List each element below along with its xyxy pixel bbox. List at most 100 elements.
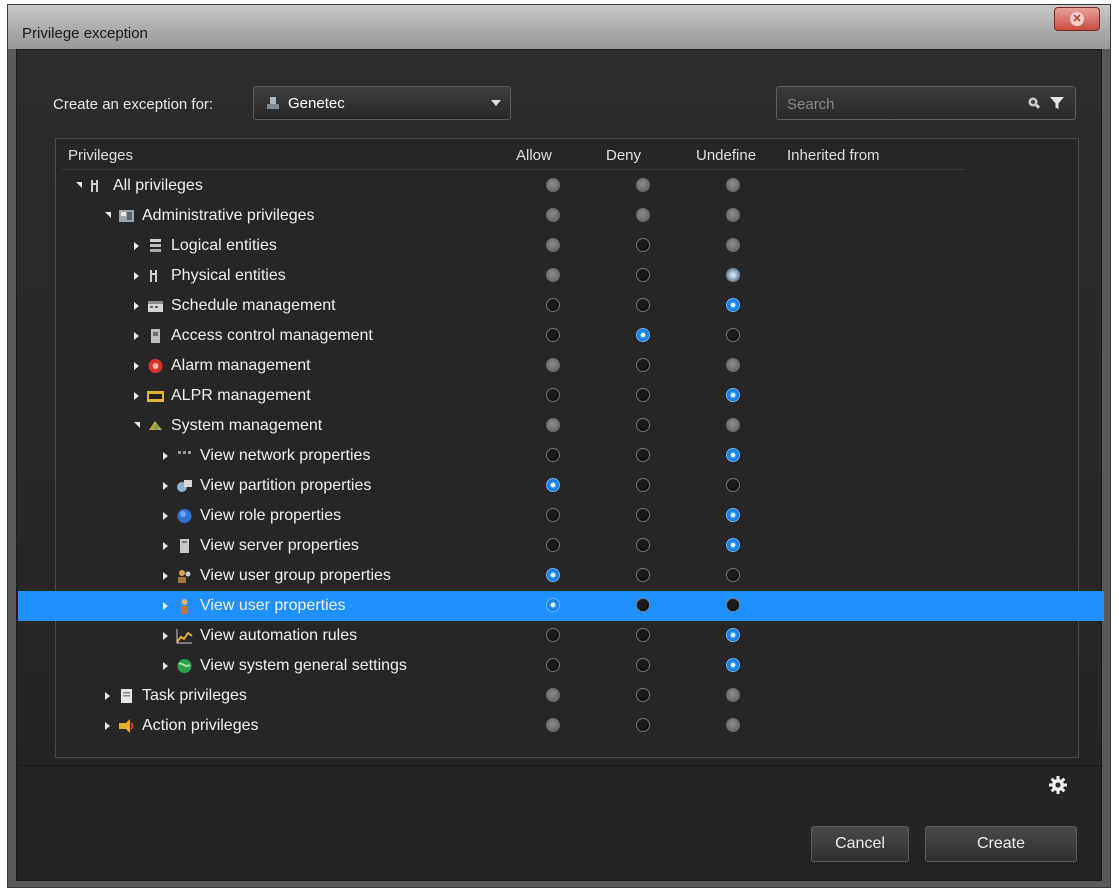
- deny-radio[interactable]: [636, 508, 650, 522]
- gear-icon[interactable]: [1047, 774, 1069, 796]
- allow-radio[interactable]: [546, 568, 560, 582]
- undefine-radio[interactable]: [726, 508, 740, 522]
- expand-arrow-icon[interactable]: [134, 332, 139, 340]
- allow-radio[interactable]: [546, 298, 560, 312]
- tree-row[interactable]: ALPR management: [56, 381, 1080, 411]
- deny-radio[interactable]: [636, 328, 650, 342]
- undefine-radio[interactable]: [726, 298, 740, 312]
- deny-radio[interactable]: [636, 688, 650, 702]
- column-header-privileges[interactable]: Privileges: [68, 147, 133, 164]
- create-button[interactable]: Create: [925, 826, 1077, 862]
- undefine-radio[interactable]: [726, 658, 740, 672]
- search-input[interactable]: [785, 93, 1009, 115]
- tree-row[interactable]: System management: [56, 411, 1080, 441]
- deny-radio[interactable]: [636, 178, 650, 192]
- undefine-radio[interactable]: [726, 238, 740, 252]
- allow-radio[interactable]: [546, 268, 560, 282]
- undefine-radio[interactable]: [726, 358, 740, 372]
- collapse-arrow-icon[interactable]: [76, 182, 82, 188]
- deny-radio[interactable]: [636, 388, 650, 402]
- undefine-radio[interactable]: [726, 688, 740, 702]
- allow-radio[interactable]: [546, 208, 560, 222]
- allow-radio[interactable]: [546, 328, 560, 342]
- tree-row[interactable]: Schedule management: [56, 291, 1080, 321]
- deny-radio[interactable]: [636, 658, 650, 672]
- undefine-radio[interactable]: [726, 628, 740, 642]
- deny-radio[interactable]: [636, 418, 650, 432]
- undefine-radio[interactable]: [726, 178, 740, 192]
- column-header-deny[interactable]: Deny: [606, 147, 641, 164]
- deny-radio[interactable]: [636, 208, 650, 222]
- cancel-button[interactable]: Cancel: [811, 826, 909, 862]
- close-button[interactable]: ✕: [1054, 7, 1100, 31]
- deny-radio[interactable]: [636, 478, 650, 492]
- expand-arrow-icon[interactable]: [105, 692, 110, 700]
- tree-row[interactable]: View role properties: [56, 501, 1080, 531]
- expand-arrow-icon[interactable]: [134, 302, 139, 310]
- undefine-radio[interactable]: [726, 538, 740, 552]
- deny-radio[interactable]: [636, 538, 650, 552]
- allow-radio[interactable]: [546, 238, 560, 252]
- undefine-radio[interactable]: [726, 268, 740, 282]
- allow-radio[interactable]: [546, 598, 560, 612]
- expand-arrow-icon[interactable]: [105, 722, 110, 730]
- deny-radio[interactable]: [636, 238, 650, 252]
- undefine-radio[interactable]: [726, 598, 740, 612]
- allow-radio[interactable]: [546, 478, 560, 492]
- allow-radio[interactable]: [546, 688, 560, 702]
- tree-row[interactable]: Logical entities: [56, 231, 1080, 261]
- column-header-inherited-from[interactable]: Inherited from: [787, 147, 880, 164]
- expand-arrow-icon[interactable]: [163, 542, 168, 550]
- deny-radio[interactable]: [636, 298, 650, 312]
- expand-arrow-icon[interactable]: [163, 662, 168, 670]
- allow-radio[interactable]: [546, 388, 560, 402]
- undefine-radio[interactable]: [726, 328, 740, 342]
- collapse-arrow-icon[interactable]: [105, 212, 111, 218]
- expand-arrow-icon[interactable]: [134, 242, 139, 250]
- undefine-radio[interactable]: [726, 568, 740, 582]
- tree-row[interactable]: Physical entities: [56, 261, 1080, 291]
- tree-row[interactable]: View automation rules: [56, 621, 1080, 651]
- entity-dropdown[interactable]: Genetec: [253, 86, 511, 120]
- expand-arrow-icon[interactable]: [163, 572, 168, 580]
- undefine-radio[interactable]: [726, 478, 740, 492]
- tree-row[interactable]: View user properties: [18, 591, 1104, 621]
- deny-radio[interactable]: [636, 718, 650, 732]
- column-header-allow[interactable]: Allow: [516, 147, 552, 164]
- expand-arrow-icon[interactable]: [163, 482, 168, 490]
- tree-row[interactable]: View partition properties: [56, 471, 1080, 501]
- undefine-radio[interactable]: [726, 208, 740, 222]
- filter-icon[interactable]: [1049, 95, 1065, 111]
- allow-radio[interactable]: [546, 508, 560, 522]
- tree-row[interactable]: Action privileges: [56, 711, 1080, 741]
- undefine-radio[interactable]: [726, 718, 740, 732]
- deny-radio[interactable]: [636, 598, 650, 612]
- expand-arrow-icon[interactable]: [163, 452, 168, 460]
- column-header-undefine[interactable]: Undefine: [696, 147, 756, 164]
- tree-row[interactable]: Task privileges: [56, 681, 1080, 711]
- expand-arrow-icon[interactable]: [134, 272, 139, 280]
- allow-radio[interactable]: [546, 628, 560, 642]
- tree-row[interactable]: All privileges: [56, 171, 1080, 201]
- undefine-radio[interactable]: [726, 448, 740, 462]
- tree-row[interactable]: View system general settings: [56, 651, 1080, 681]
- allow-radio[interactable]: [546, 448, 560, 462]
- deny-radio[interactable]: [636, 568, 650, 582]
- collapse-arrow-icon[interactable]: [134, 422, 140, 428]
- tree-row[interactable]: Administrative privileges: [56, 201, 1080, 231]
- undefine-radio[interactable]: [726, 418, 740, 432]
- deny-radio[interactable]: [636, 358, 650, 372]
- tree-row[interactable]: View network properties: [56, 441, 1080, 471]
- undefine-radio[interactable]: [726, 388, 740, 402]
- deny-radio[interactable]: [636, 448, 650, 462]
- expand-arrow-icon[interactable]: [163, 602, 168, 610]
- deny-radio[interactable]: [636, 628, 650, 642]
- expand-arrow-icon[interactable]: [134, 392, 139, 400]
- tree-row[interactable]: Access control management: [56, 321, 1080, 351]
- search-icon[interactable]: [1027, 96, 1041, 110]
- allow-radio[interactable]: [546, 658, 560, 672]
- tree-row[interactable]: View user group properties: [56, 561, 1080, 591]
- expand-arrow-icon[interactable]: [134, 362, 139, 370]
- allow-radio[interactable]: [546, 718, 560, 732]
- expand-arrow-icon[interactable]: [163, 512, 168, 520]
